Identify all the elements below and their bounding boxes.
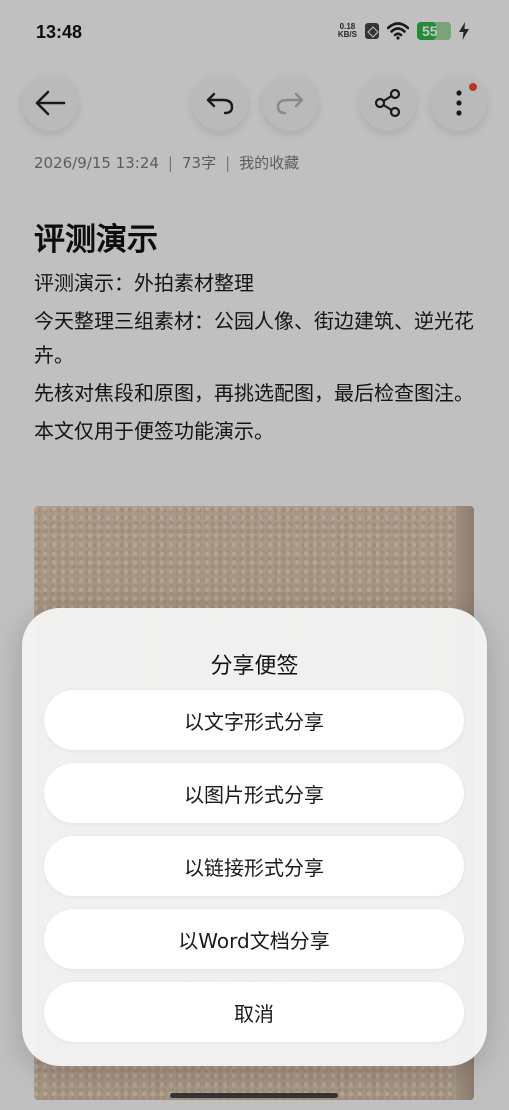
share-sheet: 分享便签 以文字形式分享 以图片形式分享 以链接形式分享 以Word文档分享 取… bbox=[22, 608, 487, 1066]
cancel-button[interactable]: 取消 bbox=[44, 982, 464, 1042]
home-indicator[interactable] bbox=[170, 1093, 338, 1098]
note-page: 13:48 0.18 KB/S 55 2026/9/15 13:24 | 73字… bbox=[0, 0, 509, 1110]
share-sheet-title: 分享便签 bbox=[210, 654, 299, 679]
share-as-image-button[interactable]: 以图片形式分享 bbox=[44, 763, 464, 823]
share-as-link-button[interactable]: 以链接形式分享 bbox=[44, 836, 464, 896]
share-as-word-button[interactable]: 以Word文档分享 bbox=[44, 909, 464, 969]
share-as-text-button[interactable]: 以文字形式分享 bbox=[44, 690, 464, 750]
